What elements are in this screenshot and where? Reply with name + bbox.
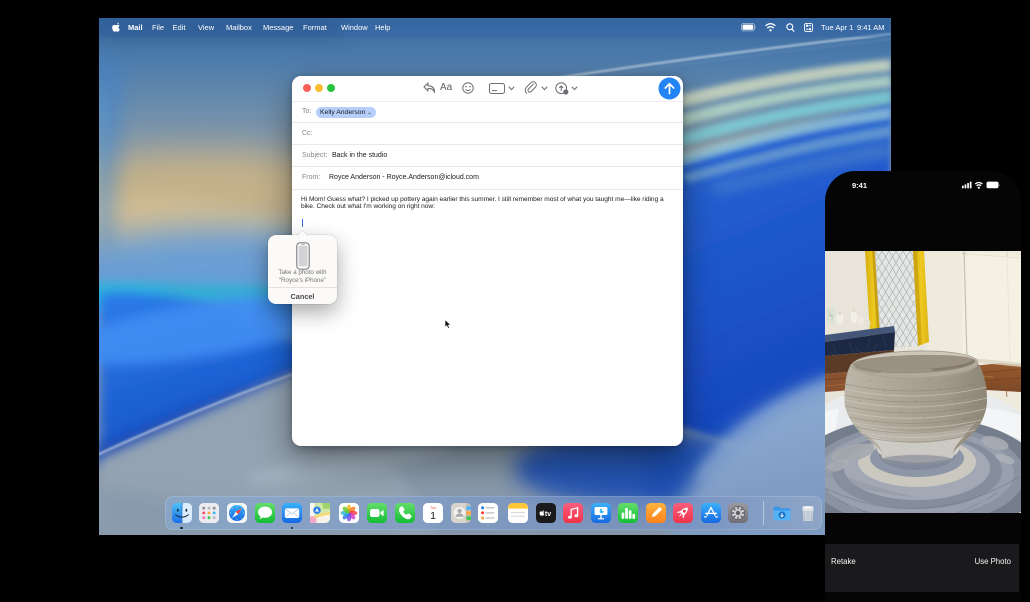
- svg-text:1: 1: [430, 510, 436, 522]
- svg-text:tv: tv: [545, 511, 551, 518]
